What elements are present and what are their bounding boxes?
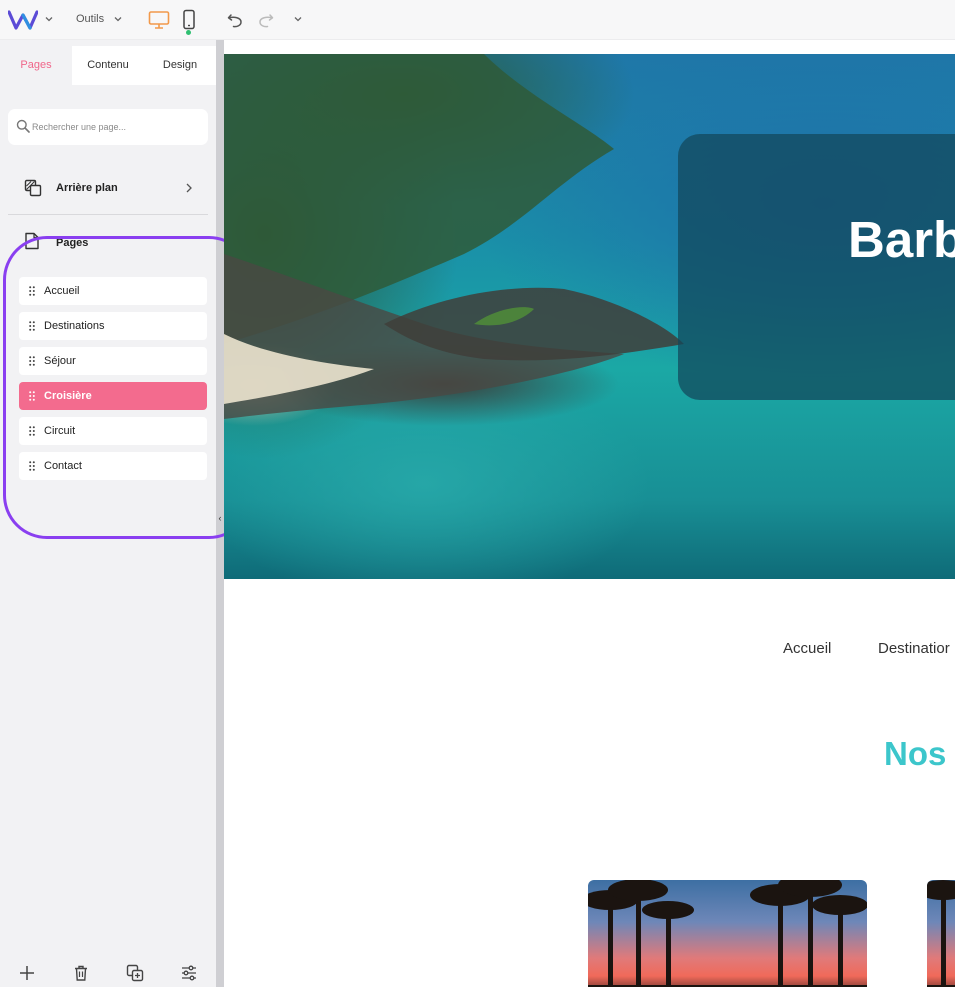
page-item-label: Accueil — [44, 285, 80, 297]
duplicate-icon[interactable] — [126, 964, 144, 982]
top-toolbar: Outils — [0, 0, 955, 40]
layers-icon — [24, 179, 42, 197]
search-icon — [16, 119, 30, 133]
tools-chevron-down-icon[interactable] — [113, 14, 123, 24]
settings-sliders-icon[interactable] — [180, 964, 198, 982]
trash-icon[interactable] — [72, 964, 90, 982]
divider — [8, 214, 208, 215]
nav-link-destinations[interactable]: Destinatior — [878, 640, 950, 657]
page-item-label: Contact — [44, 460, 82, 472]
page-item-accueil[interactable]: Accueil — [19, 277, 207, 305]
chevron-down-icon[interactable] — [44, 14, 54, 24]
search-input[interactable] — [32, 117, 202, 137]
site-nav: Accueil Destinatior — [224, 640, 955, 662]
page-item-label: Séjour — [44, 355, 76, 367]
page-item-croisiere[interactable]: Croisière — [19, 382, 207, 410]
page-item-circuit[interactable]: Circuit — [19, 417, 207, 445]
active-indicator-dot — [186, 30, 191, 35]
drag-handle-icon[interactable] — [29, 286, 35, 296]
page-item-contact[interactable]: Contact — [19, 452, 207, 480]
chevron-right-icon — [186, 183, 192, 193]
page-icon — [25, 232, 39, 250]
desktop-view-icon[interactable] — [148, 10, 170, 30]
page-list: Accueil Destinations Séjour Croisière Circui… — [19, 277, 207, 487]
panel-bottom-toolbar — [0, 964, 216, 988]
undo-icon[interactable] — [226, 11, 244, 29]
history-chevron-down-icon[interactable] — [293, 14, 303, 24]
panel-tabs: Pages Contenu Design — [0, 46, 216, 85]
brand-logo-icon[interactable] — [8, 9, 38, 31]
destination-card-image[interactable] — [588, 880, 867, 987]
section-title[interactable]: Nos — [884, 735, 946, 773]
nav-link-accueil[interactable]: Accueil — [783, 640, 831, 657]
page-item-destinations[interactable]: Destinations — [19, 312, 207, 340]
tab-pages[interactable]: Pages — [0, 46, 72, 85]
background-link[interactable]: Arrière plan — [24, 176, 200, 200]
background-link-label: Arrière plan — [56, 182, 118, 194]
tools-menu[interactable]: Outils — [76, 13, 104, 25]
pages-panel: Pages Contenu Design Arrière plan Pages … — [0, 40, 216, 987]
page-item-sejour[interactable]: Séjour — [19, 347, 207, 375]
pages-section-label: Pages — [56, 237, 89, 249]
mobile-view-icon[interactable] — [182, 9, 196, 31]
page-search — [8, 109, 208, 145]
tab-contenu[interactable]: Contenu — [72, 46, 144, 85]
drag-handle-icon[interactable] — [29, 356, 35, 366]
drag-handle-icon[interactable] — [29, 461, 35, 471]
page-item-label: Destinations — [44, 320, 105, 332]
page-item-label: Circuit — [44, 425, 76, 437]
page-item-label: Croisière — [44, 390, 92, 402]
drag-handle-icon[interactable] — [29, 391, 35, 401]
collapse-panel-icon[interactable]: ‹ — [216, 511, 224, 525]
drag-handle-icon[interactable] — [29, 426, 35, 436]
site-preview-canvas[interactable]: Barb Accueil Destinatior Nos — [224, 40, 955, 987]
destination-card-image-2[interactable] — [927, 880, 955, 987]
tab-design[interactable]: Design — [144, 46, 216, 85]
hero-title[interactable]: Barb — [848, 210, 955, 269]
redo-icon[interactable] — [257, 11, 275, 29]
add-icon[interactable] — [18, 964, 36, 982]
drag-handle-icon[interactable] — [29, 321, 35, 331]
